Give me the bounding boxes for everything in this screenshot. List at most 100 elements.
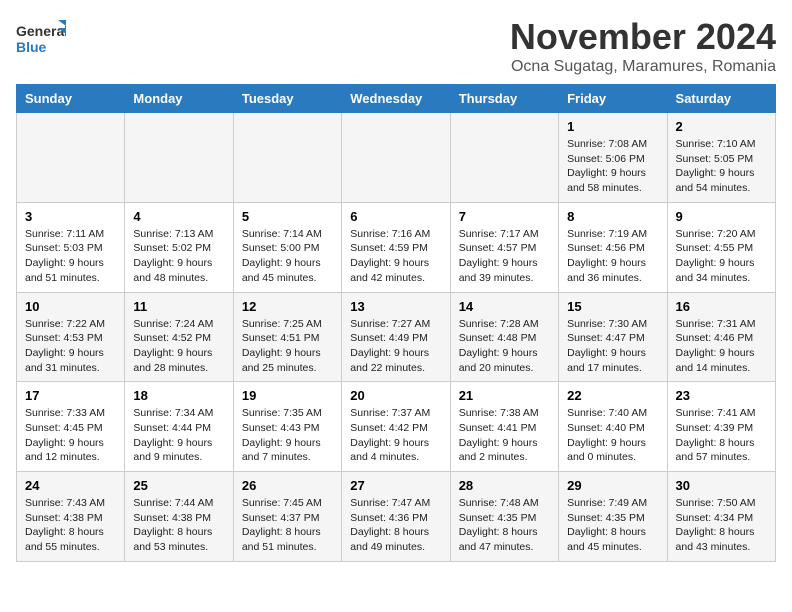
day-info: Sunrise: 7:14 AMSunset: 5:00 PMDaylight:… <box>242 227 333 286</box>
calendar-cell: 18 Sunrise: 7:34 AMSunset: 4:44 PMDayligh… <box>125 382 233 472</box>
calendar-cell: 11Sunrise: 7:24 AMSunset: 4:52 PMDayligh… <box>125 292 233 382</box>
calendar-cell: 22 Sunrise: 7:40 AMSunset: 4:40 PMDayligh… <box>559 382 667 472</box>
calendar-cell <box>125 113 233 203</box>
day-number: 18 <box>133 388 224 403</box>
day-number: 23 <box>676 388 767 403</box>
day-number: 14 <box>459 299 550 314</box>
calendar-cell <box>17 113 125 203</box>
day-info: Sunrise: 7:49 AMSunset: 4:35 PMDaylight:… <box>567 496 658 555</box>
day-number: 17 <box>25 388 116 403</box>
day-number: 6 <box>350 209 441 224</box>
logo: General Blue <box>16 16 66 62</box>
calendar-cell <box>233 113 341 203</box>
day-number: 5 <box>242 209 333 224</box>
calendar-cell: 13 Sunrise: 7:27 AMSunset: 4:49 PMDayligh… <box>342 292 450 382</box>
calendar-cell: 7 Sunrise: 7:17 AMSunset: 4:57 PMDaylight… <box>450 202 558 292</box>
calendar-cell: 1 Sunrise: 7:08 AMSunset: 5:06 PMDaylight… <box>559 113 667 203</box>
calendar-cell: 12Sunrise: 7:25 AMSunset: 4:51 PMDayligh… <box>233 292 341 382</box>
header-thursday: Thursday <box>450 85 558 113</box>
day-info: Sunrise: 7:16 AMSunset: 4:59 PMDaylight:… <box>350 227 441 286</box>
day-info: Sunrise: 7:19 AMSunset: 4:56 PMDaylight:… <box>567 227 658 286</box>
calendar-cell: 21 Sunrise: 7:38 AMSunset: 4:41 PMDayligh… <box>450 382 558 472</box>
day-info: Sunrise: 7:47 AMSunset: 4:36 PMDaylight:… <box>350 496 441 555</box>
day-info: Sunrise: 7:38 AMSunset: 4:41 PMDaylight:… <box>459 406 550 465</box>
day-info: Sunrise: 7:48 AMSunset: 4:35 PMDaylight:… <box>459 496 550 555</box>
calendar-cell: 26 Sunrise: 7:45 AMSunset: 4:37 PMDayligh… <box>233 472 341 562</box>
calendar-week-3: 10 Sunrise: 7:22 AMSunset: 4:53 PMDayligh… <box>17 292 776 382</box>
calendar-cell: 15Sunrise: 7:30 AMSunset: 4:47 PMDayligh… <box>559 292 667 382</box>
calendar-cell: 2Sunrise: 7:10 AMSunset: 5:05 PMDaylight… <box>667 113 775 203</box>
calendar-cell <box>450 113 558 203</box>
svg-text:Blue: Blue <box>16 39 47 55</box>
header-row: Sunday Monday Tuesday Wednesday Thursday… <box>17 85 776 113</box>
day-number: 2 <box>676 119 767 134</box>
calendar-cell: 27Sunrise: 7:47 AMSunset: 4:36 PMDayligh… <box>342 472 450 562</box>
day-number: 3 <box>25 209 116 224</box>
calendar-cell: 19 Sunrise: 7:35 AMSunset: 4:43 PMDayligh… <box>233 382 341 472</box>
day-number: 22 <box>567 388 658 403</box>
header-saturday: Saturday <box>667 85 775 113</box>
day-info: Sunrise: 7:45 AMSunset: 4:37 PMDaylight:… <box>242 496 333 555</box>
calendar-cell: 20Sunrise: 7:37 AMSunset: 4:42 PMDayligh… <box>342 382 450 472</box>
day-number: 4 <box>133 209 224 224</box>
calendar-cell <box>342 113 450 203</box>
calendar-cell: 9Sunrise: 7:20 AMSunset: 4:55 PMDaylight… <box>667 202 775 292</box>
day-info: Sunrise: 7:27 AMSunset: 4:49 PMDaylight:… <box>350 317 441 376</box>
calendar-cell: 25Sunrise: 7:44 AMSunset: 4:38 PMDayligh… <box>125 472 233 562</box>
logo-svg: General Blue <box>16 16 66 62</box>
day-info: Sunrise: 7:17 AMSunset: 4:57 PMDaylight:… <box>459 227 550 286</box>
day-info: Sunrise: 7:35 AMSunset: 4:43 PMDaylight:… <box>242 406 333 465</box>
day-info: Sunrise: 7:24 AMSunset: 4:52 PMDaylight:… <box>133 317 224 376</box>
day-number: 8 <box>567 209 658 224</box>
calendar-cell: 24Sunrise: 7:43 AMSunset: 4:38 PMDayligh… <box>17 472 125 562</box>
day-info: Sunrise: 7:37 AMSunset: 4:42 PMDaylight:… <box>350 406 441 465</box>
day-info: Sunrise: 7:33 AMSunset: 4:45 PMDaylight:… <box>25 406 116 465</box>
day-info: Sunrise: 7:34 AMSunset: 4:44 PMDaylight:… <box>133 406 224 465</box>
day-info: Sunrise: 7:08 AMSunset: 5:06 PMDaylight:… <box>567 137 658 196</box>
day-info: Sunrise: 7:28 AMSunset: 4:48 PMDaylight:… <box>459 317 550 376</box>
subtitle: Ocna Sugatag, Maramures, Romania <box>510 58 776 76</box>
day-info: Sunrise: 7:11 AMSunset: 5:03 PMDaylight:… <box>25 227 116 286</box>
day-info: Sunrise: 7:50 AMSunset: 4:34 PMDaylight:… <box>676 496 767 555</box>
calendar-cell: 23 Sunrise: 7:41 AMSunset: 4:39 PMDayligh… <box>667 382 775 472</box>
day-number: 1 <box>567 119 658 134</box>
day-number: 12 <box>242 299 333 314</box>
header: General Blue November 2024 Ocna Sugatag,… <box>16 16 776 76</box>
day-info: Sunrise: 7:44 AMSunset: 4:38 PMDaylight:… <box>133 496 224 555</box>
header-friday: Friday <box>559 85 667 113</box>
calendar-cell: 10 Sunrise: 7:22 AMSunset: 4:53 PMDayligh… <box>17 292 125 382</box>
day-number: 13 <box>350 299 441 314</box>
day-info: Sunrise: 7:31 AMSunset: 4:46 PMDaylight:… <box>676 317 767 376</box>
header-monday: Monday <box>125 85 233 113</box>
day-info: Sunrise: 7:40 AMSunset: 4:40 PMDaylight:… <box>567 406 658 465</box>
svg-text:General: General <box>16 23 66 39</box>
day-info: Sunrise: 7:43 AMSunset: 4:38 PMDaylight:… <box>25 496 116 555</box>
calendar-cell: 8 Sunrise: 7:19 AMSunset: 4:56 PMDaylight… <box>559 202 667 292</box>
header-wednesday: Wednesday <box>342 85 450 113</box>
day-number: 21 <box>459 388 550 403</box>
calendar-week-4: 17 Sunrise: 7:33 AMSunset: 4:45 PMDayligh… <box>17 382 776 472</box>
day-number: 29 <box>567 478 658 493</box>
day-number: 15 <box>567 299 658 314</box>
day-info: Sunrise: 7:20 AMSunset: 4:55 PMDaylight:… <box>676 227 767 286</box>
day-info: Sunrise: 7:41 AMSunset: 4:39 PMDaylight:… <box>676 406 767 465</box>
calendar-cell: 5 Sunrise: 7:14 AMSunset: 5:00 PMDaylight… <box>233 202 341 292</box>
calendar-cell: 29 Sunrise: 7:49 AMSunset: 4:35 PMDayligh… <box>559 472 667 562</box>
day-number: 26 <box>242 478 333 493</box>
calendar-cell: 6 Sunrise: 7:16 AMSunset: 4:59 PMDaylight… <box>342 202 450 292</box>
day-number: 7 <box>459 209 550 224</box>
calendar-table: Sunday Monday Tuesday Wednesday Thursday… <box>16 84 776 562</box>
day-number: 10 <box>25 299 116 314</box>
calendar-cell: 14 Sunrise: 7:28 AMSunset: 4:48 PMDayligh… <box>450 292 558 382</box>
calendar-cell: 3 Sunrise: 7:11 AMSunset: 5:03 PMDaylight… <box>17 202 125 292</box>
day-number: 30 <box>676 478 767 493</box>
header-sunday: Sunday <box>17 85 125 113</box>
calendar-cell: 4 Sunrise: 7:13 AMSunset: 5:02 PMDaylight… <box>125 202 233 292</box>
calendar-cell: 16 Sunrise: 7:31 AMSunset: 4:46 PMDayligh… <box>667 292 775 382</box>
day-number: 16 <box>676 299 767 314</box>
day-info: Sunrise: 7:13 AMSunset: 5:02 PMDaylight:… <box>133 227 224 286</box>
day-info: Sunrise: 7:22 AMSunset: 4:53 PMDaylight:… <box>25 317 116 376</box>
day-number: 19 <box>242 388 333 403</box>
calendar-cell: 30 Sunrise: 7:50 AMSunset: 4:34 PMDayligh… <box>667 472 775 562</box>
calendar-header: Sunday Monday Tuesday Wednesday Thursday… <box>17 85 776 113</box>
